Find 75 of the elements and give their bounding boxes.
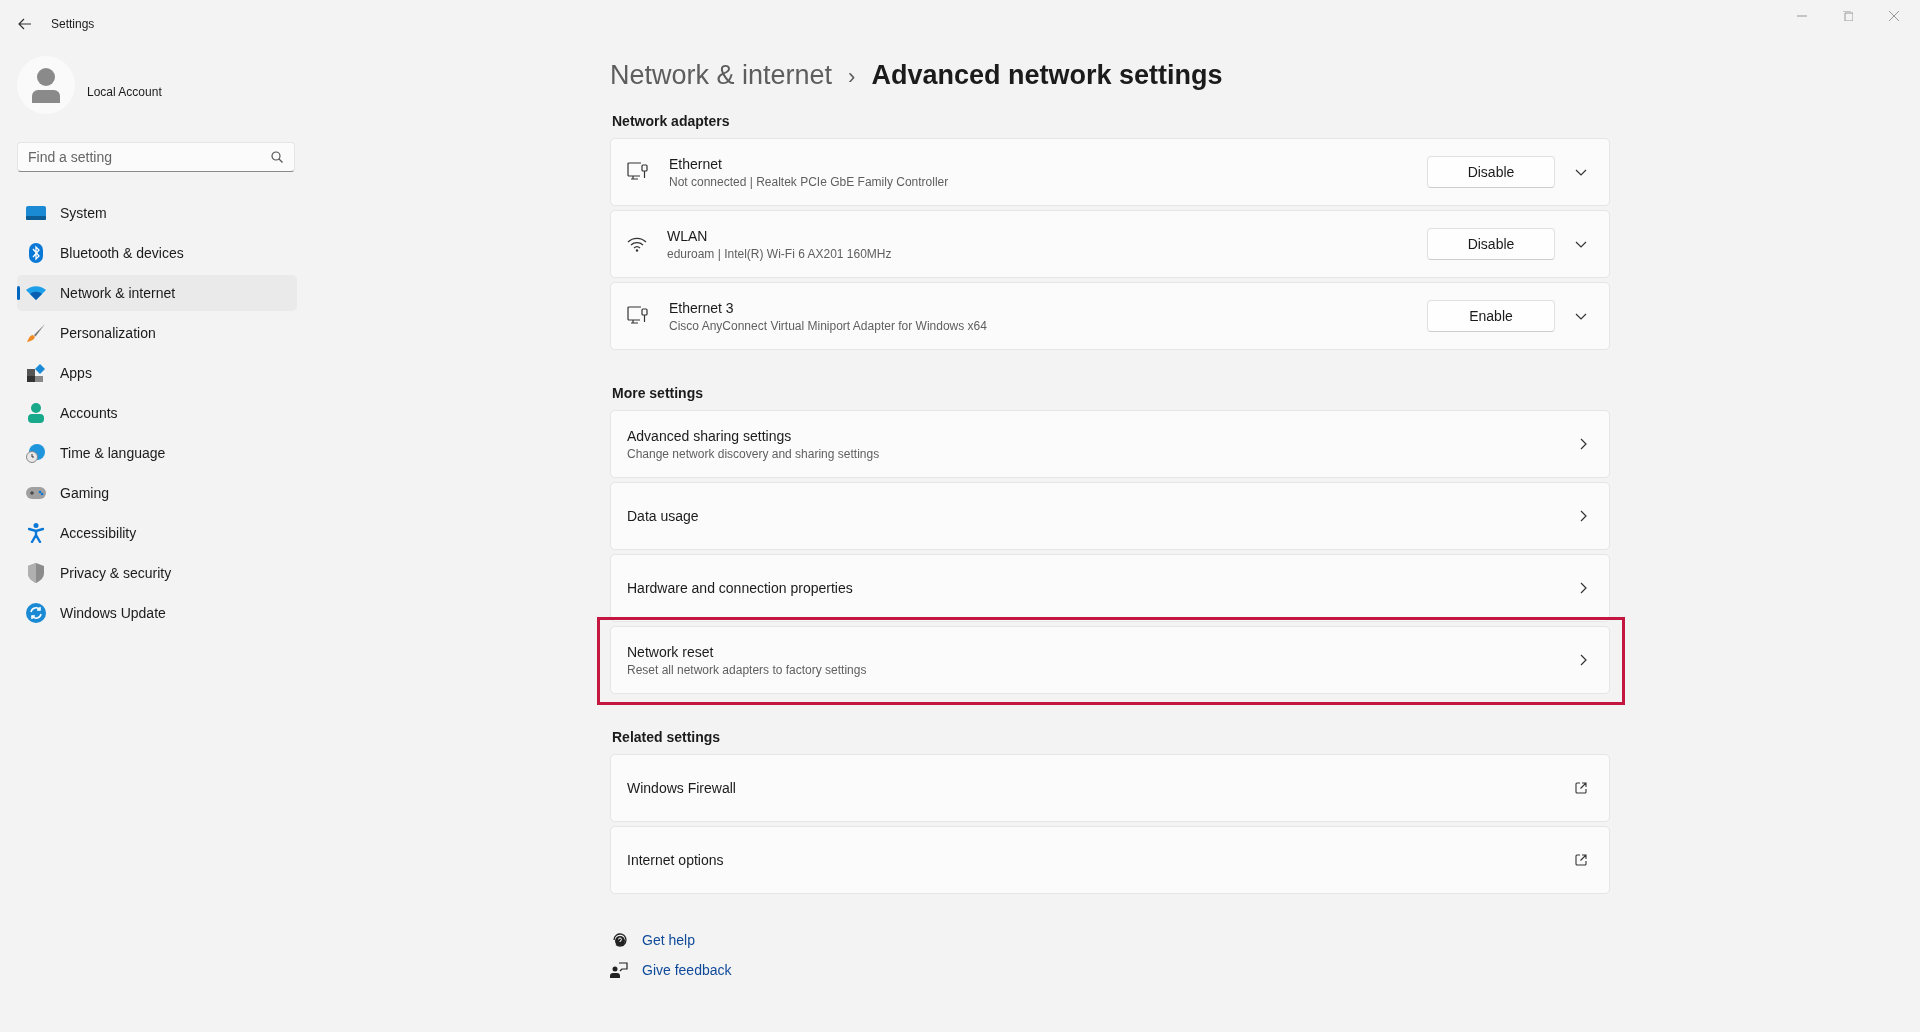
setting-title: Internet options	[627, 852, 725, 868]
page-title: Advanced network settings	[871, 60, 1223, 91]
wifi-icon	[627, 236, 647, 252]
chevron-right-icon	[1580, 510, 1587, 522]
adapter-toggle-button[interactable]: Disable	[1427, 156, 1555, 188]
help-link[interactable]: Get help	[642, 932, 695, 948]
account-name: Local Account	[87, 85, 162, 99]
section-heading: Network adapters	[612, 113, 731, 129]
sidebar-item[interactable]: Bluetooth & devices	[17, 235, 297, 271]
sidebar-item[interactable]: System	[17, 195, 297, 231]
back-arrow-icon[interactable]	[18, 18, 32, 30]
person-icon	[27, 403, 45, 423]
setting-title: Hardware and connection properties	[627, 580, 854, 596]
setting-title: Ethernet 3	[669, 299, 735, 316]
ethernet-monitor-icon	[627, 306, 649, 326]
setting-description: Not connected | Realtek PCIe GbE Family Controller	[669, 174, 950, 189]
window-title: Settings	[51, 17, 95, 31]
chevron-right-icon	[1580, 582, 1587, 594]
breadcrumb-separator: ›	[848, 64, 856, 90]
ethernet-monitor-icon	[627, 162, 649, 182]
section-heading: More settings	[612, 385, 704, 401]
breadcrumb-parent[interactable]: Network & internet	[610, 60, 833, 91]
chevron-right-icon	[1580, 438, 1587, 450]
monitor-icon	[26, 205, 46, 221]
setting-title: Data usage	[627, 508, 700, 524]
sidebar-item[interactable]: Accessibility	[17, 515, 297, 551]
sidebar-item[interactable]: Windows Update	[17, 595, 297, 631]
setting-card[interactable]: Ethernet 3 Cisco AnyConnect Virtual Miniport Adapter for Windows x64 Enable	[610, 282, 1610, 350]
wifi-icon	[26, 286, 46, 300]
setting-card[interactable]: WLAN eduroam | Intel(R) Wi-Fi 6 AX201 160MHz Disable	[610, 210, 1610, 278]
sidebar-item[interactable]: Time & language	[17, 435, 297, 471]
setting-description: eduroam | Intel(R) Wi-Fi 6 AX201 160MHz	[667, 246, 893, 261]
chevron-down-icon[interactable]	[1575, 168, 1587, 176]
bluetooth-icon	[29, 243, 43, 263]
setting-card[interactable]: Internet options	[610, 826, 1610, 894]
sidebar-item[interactable]: Gaming	[17, 475, 297, 511]
gamepad-icon	[26, 486, 46, 500]
search-icon[interactable]	[271, 151, 283, 163]
sidebar-item[interactable]: Apps	[17, 355, 297, 391]
setting-title: Ethernet	[669, 155, 723, 172]
help-link[interactable]: Give feedback	[642, 962, 732, 978]
help-bubble-icon	[610, 932, 628, 948]
chevron-down-icon[interactable]	[1575, 312, 1587, 320]
setting-card[interactable]: Windows Firewall	[610, 754, 1610, 822]
adapter-toggle-button[interactable]: Disable	[1427, 228, 1555, 260]
sidebar-item[interactable]: Network & internet	[17, 275, 297, 311]
section-heading: Related settings	[612, 729, 722, 745]
setting-card[interactable]: Advanced sharing settings Change network discovery and sharing settings	[610, 410, 1610, 478]
close-icon[interactable]	[1889, 11, 1899, 21]
setting-title: Windows Firewall	[627, 780, 737, 796]
chevron-right-icon	[1580, 654, 1587, 666]
chevron-down-icon[interactable]	[1575, 240, 1587, 248]
setting-card[interactable]: Network reset Reset all network adapters to factory settings	[610, 626, 1610, 694]
feedback-icon	[610, 962, 628, 978]
setting-description: Change network discovery and sharing settings	[627, 446, 881, 461]
adapter-toggle-button[interactable]: Enable	[1427, 300, 1555, 332]
shield-icon	[28, 563, 44, 583]
apps-icon	[26, 363, 46, 383]
setting-description: Cisco AnyConnect Virtual Miniport Adapter for Windows x64	[669, 318, 988, 333]
external-link-icon	[1575, 854, 1587, 866]
setting-title: Network reset	[627, 643, 715, 660]
setting-card[interactable]: Hardware and connection properties	[610, 554, 1610, 622]
sidebar-item[interactable]: Accounts	[17, 395, 297, 431]
setting-title: WLAN	[667, 227, 709, 244]
accessibility-icon	[28, 523, 44, 543]
sidebar-item[interactable]: Privacy & security	[17, 555, 297, 591]
globe-clock-icon	[26, 443, 46, 463]
setting-card[interactable]: Ethernet Not connected | Realtek PCIe GbE Family Controller Disable	[610, 138, 1610, 206]
external-link-icon	[1575, 782, 1587, 794]
setting-card[interactable]: Data usage	[610, 482, 1610, 550]
setting-title: Advanced sharing settings	[627, 427, 793, 444]
refresh-icon	[26, 603, 46, 623]
search-field[interactable]: Find a setting	[17, 142, 295, 172]
sidebar-item[interactable]: Personalization	[17, 315, 297, 351]
setting-description: Reset all network adapters to factory settings	[627, 662, 868, 677]
